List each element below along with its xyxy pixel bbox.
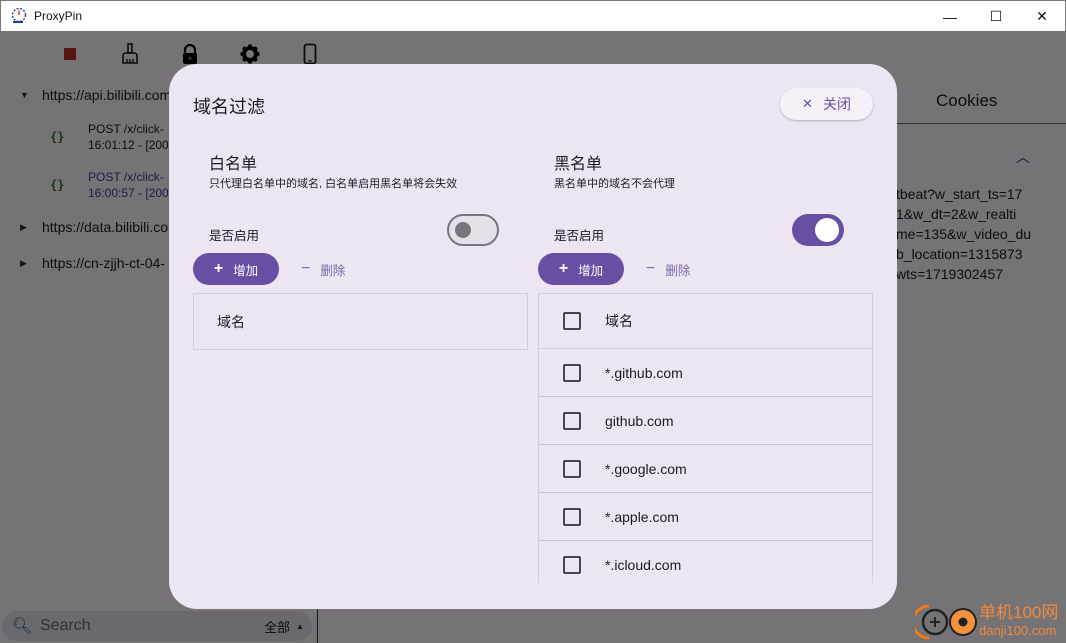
close-icon: ✕: [802, 96, 813, 111]
close-dialog-button[interactable]: ✕ 关闭: [780, 88, 873, 120]
table-row[interactable]: *.github.com: [539, 349, 872, 397]
blacklist-enable-toggle[interactable]: [792, 214, 844, 246]
maximize-icon: ☐: [989, 8, 1003, 24]
blacklist-description: 黑名单中的域名不会代理: [554, 178, 675, 190]
row-checkbox[interactable]: [563, 411, 581, 430]
watermark-logo-icon: [915, 604, 977, 640]
minimize-button[interactable]: —: [927, 1, 973, 32]
close-window-button[interactable]: ✕: [1019, 1, 1065, 32]
domain-cell: *.apple.com: [605, 508, 679, 525]
delete-label: 删除: [320, 263, 346, 278]
window-controls: — ☐ ✕: [927, 1, 1065, 32]
whitelist-title: 白名单: [209, 156, 258, 173]
table-row[interactable]: *.icloud.com: [539, 541, 872, 583]
domain-cell: *.google.com: [605, 460, 687, 477]
domain-cell: *.github.com: [605, 364, 683, 381]
minus-icon: −: [646, 260, 656, 277]
whitelist-add-button[interactable]: + 增加: [193, 253, 279, 285]
row-checkbox[interactable]: [563, 363, 581, 382]
delete-label: 删除: [665, 263, 691, 278]
column-header-domain: 域名: [605, 313, 633, 329]
column-header-domain: 域名: [217, 313, 245, 330]
select-all-checkbox[interactable]: [563, 312, 581, 330]
blacklist-delete-button[interactable]: − 删除: [646, 253, 690, 285]
blacklist-add-button[interactable]: + 增加: [538, 253, 624, 285]
whitelist-section: 白名单 只代理白名单中的域名, 白名单启用黑名单将会失效 是否启用 + 增加 −…: [193, 150, 528, 350]
add-label: 增加: [233, 263, 259, 278]
dialog-title: 域名过滤: [193, 97, 265, 117]
minus-icon: −: [301, 260, 311, 277]
close-icon: ✕: [1036, 8, 1048, 24]
whitelist-table: 域名: [193, 293, 528, 350]
table-row[interactable]: *.apple.com: [539, 493, 872, 541]
watermark-text-en: danji100.com: [979, 622, 1057, 638]
domain-cell: github.com: [605, 412, 674, 429]
whitelist-enable-label: 是否启用: [209, 229, 260, 243]
app-title: ProxyPin: [34, 9, 83, 23]
close-label: 关闭: [822, 96, 851, 112]
table-row[interactable]: github.com: [539, 397, 872, 445]
toggle-knob: [455, 222, 471, 238]
plus-icon: +: [558, 260, 569, 277]
domain-cell: *.icloud.com: [605, 556, 682, 573]
table-header: 域名: [194, 294, 527, 349]
add-label: 增加: [578, 263, 604, 278]
toggle-knob: [815, 218, 839, 242]
whitelist-description: 只代理白名单中的域名, 白名单启用黑名单将会失效: [209, 178, 458, 190]
minimize-icon: —: [943, 8, 957, 25]
blacklist-enable-label: 是否启用: [554, 229, 605, 243]
blacklist-table[interactable]: 域名 *.github.com github.com *.google.com …: [538, 293, 873, 583]
watermark: 单机100网 danji100.com: [915, 598, 1066, 643]
whitelist-enable-toggle[interactable]: [447, 214, 499, 246]
whitelist-delete-button[interactable]: − 删除: [301, 253, 345, 285]
domain-filter-dialog: 域名过滤 ✕ 关闭 白名单 只代理白名单中的域名, 白名单启用黑名单将会失效 是…: [169, 64, 897, 609]
row-checkbox[interactable]: [563, 459, 581, 478]
blacklist-title: 黑名单: [554, 156, 603, 173]
title-bar: ProxyPin — ☐ ✕: [0, 0, 1066, 31]
app-logo-icon: [11, 7, 27, 23]
table-row[interactable]: *.google.com: [539, 445, 872, 493]
watermark-text-cn: 单机100网: [979, 602, 1059, 622]
table-header: 域名: [539, 294, 872, 349]
plus-icon: +: [213, 260, 224, 277]
maximize-button[interactable]: ☐: [973, 1, 1019, 32]
blacklist-section: 黑名单 黑名单中的域名不会代理 是否启用 + 增加 − 删除 域名 *.gith…: [538, 150, 873, 583]
row-checkbox[interactable]: [563, 555, 581, 574]
row-checkbox[interactable]: [563, 507, 581, 526]
